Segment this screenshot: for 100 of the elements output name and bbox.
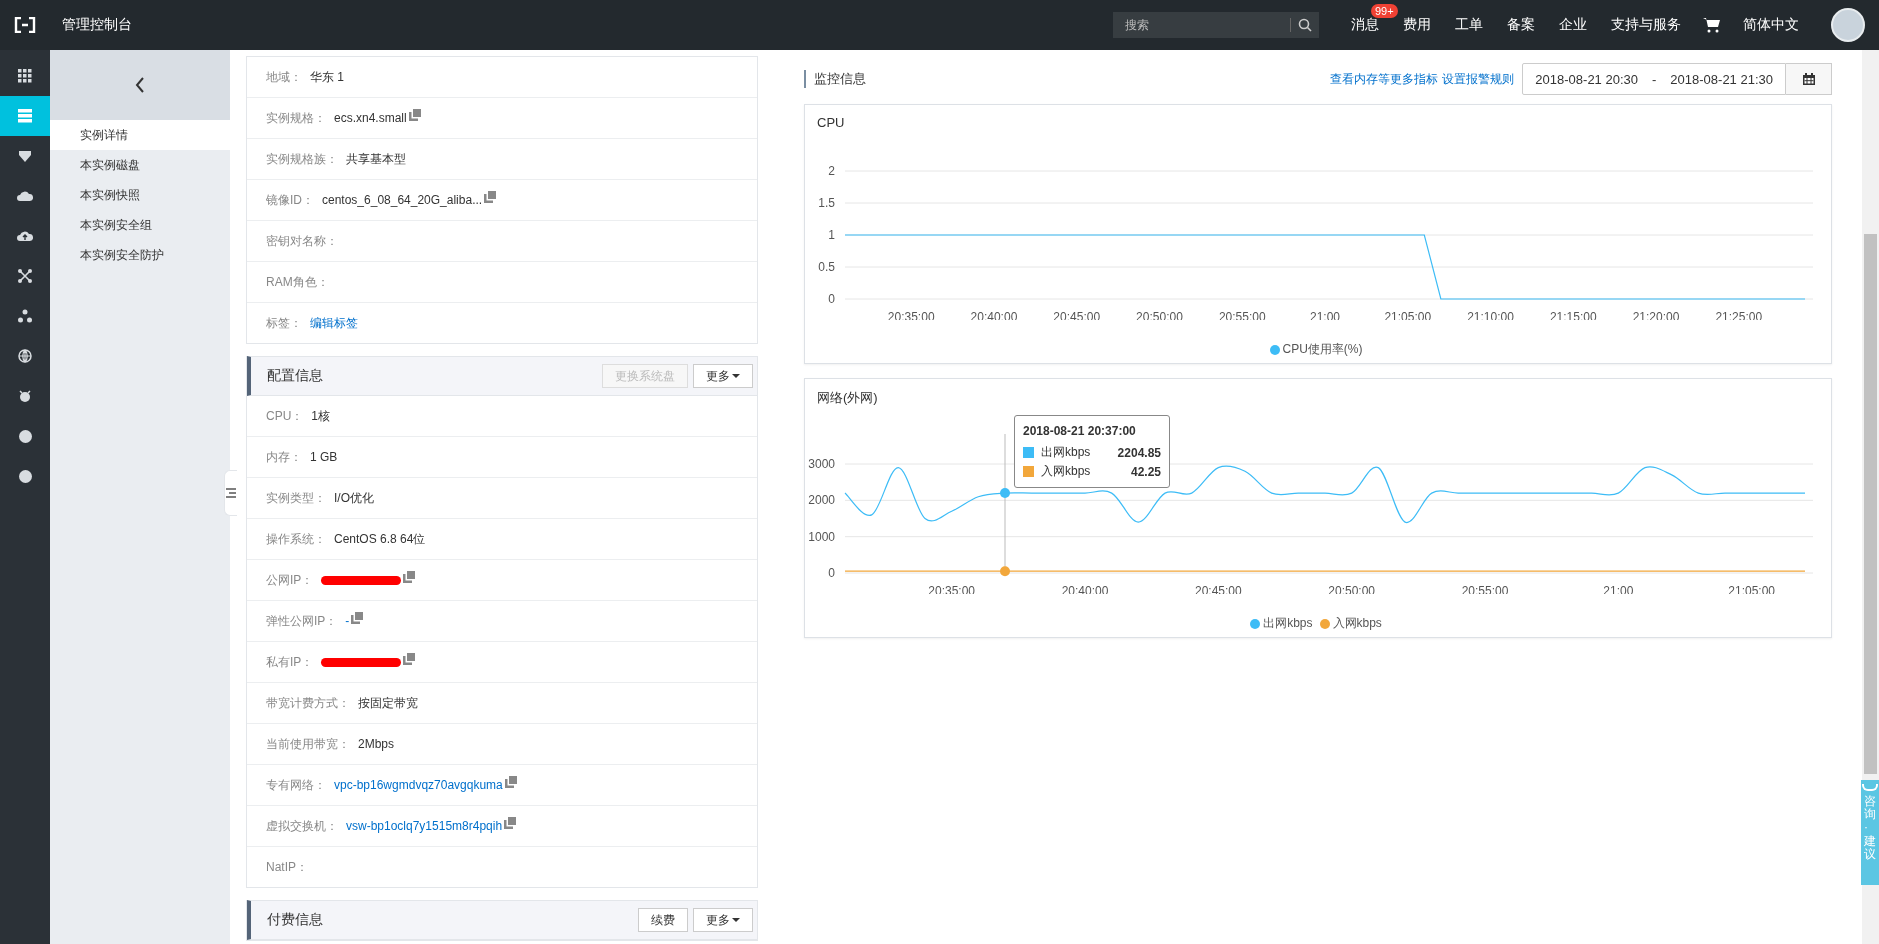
copy-icon[interactable] [504, 776, 517, 788]
field-label: 实例类型： [266, 489, 326, 507]
copy-icon[interactable] [504, 817, 517, 829]
field-label: 虚拟交换机： [266, 817, 338, 835]
field-label: 内存： [266, 448, 302, 466]
sub-nav-item[interactable]: 本实例快照 [50, 180, 230, 210]
calendar-icon [1802, 73, 1815, 85]
field-link[interactable]: vsw-bp1oclq7y1515m8r4pqih [346, 819, 503, 833]
notification-badge: 99+ [1371, 4, 1398, 18]
top-nav-link[interactable]: 费用 [1403, 16, 1431, 34]
data-point [1000, 488, 1010, 499]
circle-icon [18, 429, 32, 443]
axis-tick-label: 3000 [808, 457, 835, 471]
sub-nav-item[interactable]: 实例详情 [50, 120, 230, 150]
field-label: 操作系统： [266, 530, 326, 548]
top-nav-link[interactable]: 工单 [1455, 16, 1483, 34]
data-point [1000, 566, 1010, 577]
axis-tick-label: 2000 [808, 493, 835, 508]
chart-title: 网络(外网) [817, 389, 878, 407]
chevron-left-icon [135, 77, 145, 93]
field-link[interactable]: - [345, 614, 350, 628]
dropdown-button[interactable]: 更多 [693, 908, 753, 932]
legend-label[interactable]: 出网kbps [1263, 615, 1313, 632]
menu-icon [226, 488, 236, 498]
copy-icon[interactable] [408, 109, 421, 121]
top-nav-link[interactable]: 备案 [1507, 16, 1535, 34]
legend-label[interactable]: CPU使用率(%) [1282, 341, 1363, 358]
tooltip-series-name: 入网kbps [1041, 463, 1092, 480]
language-selector[interactable]: 简体中文 [1743, 16, 1799, 34]
sub-nav-item[interactable]: 本实例安全组 [50, 210, 230, 240]
range-separator: - [1652, 71, 1657, 87]
field-label: RAM角色： [266, 273, 329, 291]
cart-icon[interactable] [1703, 17, 1721, 33]
field-label: 带宽计费方式： [266, 694, 350, 712]
tooltip-value: 2204.85 [1117, 445, 1161, 460]
tooltip-series-name: 出网kbps [1041, 444, 1092, 461]
field-value: 2Mbps [358, 737, 395, 751]
copy-icon[interactable] [403, 653, 416, 665]
field-value: centos_6_08_64_20G_aliba... [322, 193, 483, 207]
field-label: 地域： [266, 68, 302, 86]
field-label: 私有IP： [266, 653, 314, 671]
copy-icon[interactable] [403, 571, 416, 583]
end-date: 2018-08-21 21:30 [1670, 71, 1773, 87]
field-label: 镜像ID： [266, 191, 314, 209]
axis-tick-label: 1.5 [818, 196, 835, 210]
tooltip-value: 42.25 [1130, 464, 1161, 479]
logo-icon[interactable] [14, 17, 36, 33]
axis-tick-label: 0 [828, 292, 835, 306]
header-link[interactable]: 查看内存等更多指标 [1330, 70, 1439, 88]
axis-tick-label: 2 [828, 164, 835, 178]
field-link[interactable]: vpc-bp16wgmdvqz70avgqkuma [334, 778, 503, 792]
field-value: CentOS 6.8 64位 [334, 530, 426, 548]
field-label: 专有网络： [266, 776, 326, 794]
avatar[interactable] [1831, 8, 1865, 42]
field-value: 按固定带宽 [358, 694, 418, 712]
connections-icon [18, 269, 32, 283]
axis-tick-label: 1000 [808, 529, 835, 544]
field-label: 实例规格： [266, 109, 326, 127]
section-title: 配置信息 [267, 367, 324, 385]
list-icon [18, 109, 32, 123]
top-nav-link[interactable]: 消息 [1351, 16, 1379, 34]
action-button[interactable]: 续费 [638, 908, 688, 932]
field-label: 弹性公网IP： [266, 612, 338, 630]
tooltip-title: 2018-08-21 20:37:00 [1023, 424, 1137, 438]
cloud-icon [17, 190, 33, 202]
field-label: 当前使用带宽： [266, 735, 350, 753]
field-label: CPU： [266, 407, 304, 425]
axis-tick-label: 0.5 [818, 260, 835, 274]
feedback-label: 咨询·建议 [1864, 795, 1876, 861]
circle-icon [18, 469, 32, 483]
sub-nav-item[interactable]: 本实例磁盘 [50, 150, 230, 180]
axis-tick-label: 1 [828, 228, 835, 242]
field-value: 1 GB [310, 450, 338, 464]
globe-icon [18, 349, 32, 363]
console-title[interactable]: 管理控制台 [62, 16, 132, 34]
grid-icon [18, 69, 32, 83]
chart-title: CPU [817, 115, 845, 130]
nodes-icon [18, 309, 32, 323]
sub-nav-item[interactable]: 本实例安全防护 [50, 240, 230, 270]
date-range-field[interactable]: 2018-08-21 20:30 - 2018-08-21 21:30 [1522, 63, 1786, 95]
field-link[interactable]: 编辑标签 [310, 314, 358, 332]
top-nav-link[interactable]: 支持与服务 [1611, 16, 1681, 34]
field-label: NatIP： [266, 858, 308, 876]
legend-label[interactable]: 入网kbps [1332, 615, 1382, 632]
field-label: 密钥对名称： [266, 232, 338, 250]
scrollbar-thumb[interactable] [1864, 234, 1877, 774]
top-nav-link[interactable]: 企业 [1559, 16, 1587, 34]
calendar-button[interactable] [1786, 63, 1832, 95]
start-date: 2018-08-21 20:30 [1535, 71, 1638, 87]
cloud-upload-icon [17, 230, 33, 242]
header-link[interactable]: 设置报警规则 [1442, 70, 1515, 88]
copy-icon[interactable] [484, 191, 497, 203]
dropdown-button[interactable]: 更多 [693, 364, 753, 388]
field-label: 实例规格族： [266, 150, 338, 168]
field-value: 华东 1 [310, 68, 344, 86]
field-value: I/O优化 [334, 489, 374, 507]
copy-icon[interactable] [351, 612, 364, 624]
field-value: 1核 [311, 407, 331, 425]
field-value: ecs.xn4.small [334, 111, 407, 125]
panel-handle[interactable] [224, 470, 237, 516]
